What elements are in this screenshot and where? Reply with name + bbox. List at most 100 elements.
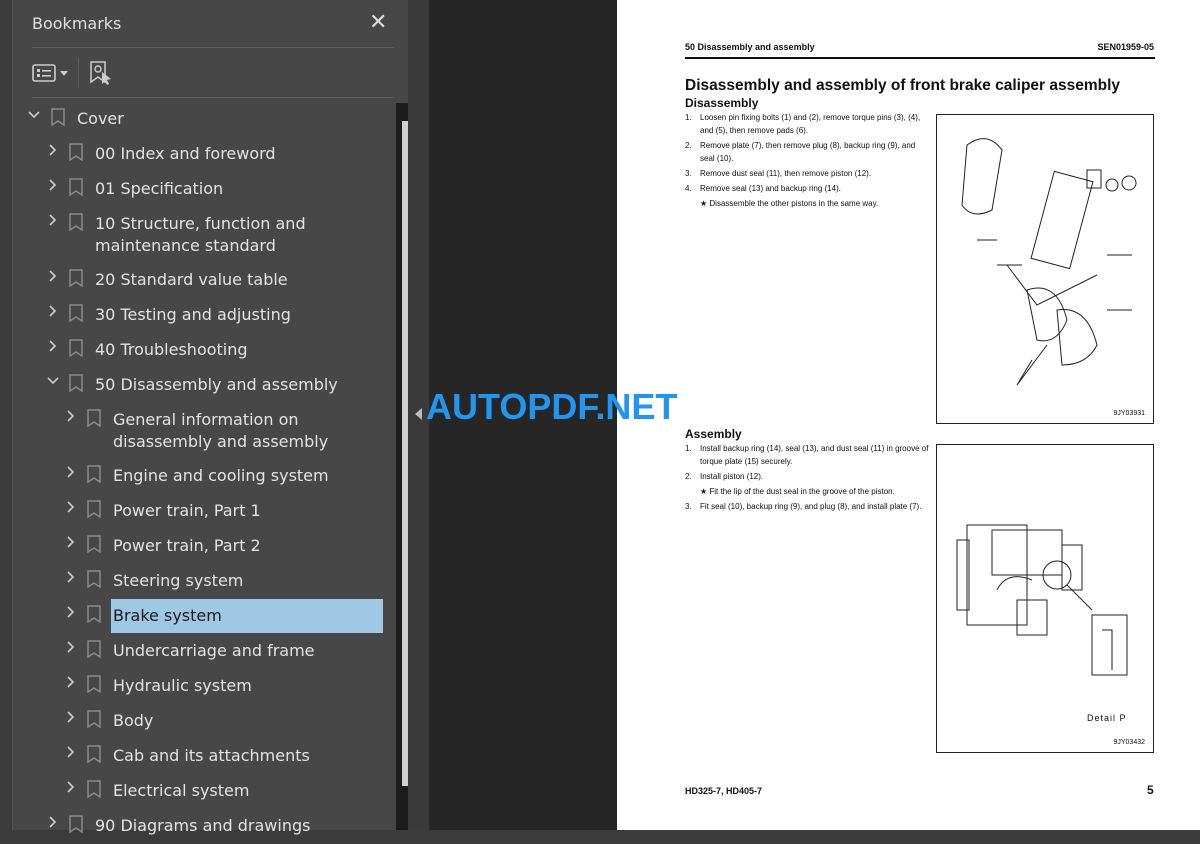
bookmark-item[interactable]: 90 Diagrams and drawings [13, 809, 385, 844]
chevron-right-icon[interactable] [46, 269, 60, 283]
bookmark-item[interactable]: General information on disassembly and a… [13, 403, 385, 459]
list-options-icon [32, 64, 56, 82]
bookmark-icon [69, 374, 83, 392]
bookmark-item[interactable]: Cab and its attachments [13, 739, 385, 774]
find-current-bookmark-icon[interactable] [89, 60, 113, 86]
step-text: Remove plate (7), then remove plug (8), … [700, 141, 916, 163]
bookmark-label: Engine and cooling system [113, 466, 329, 485]
step-item: 3. Fit seal (10), backup ring (9), and pl… [685, 500, 930, 513]
step-text: Install backup ring (14), seal (13), and… [700, 444, 929, 466]
note: ★ Disassemble the other pistons in the s… [700, 199, 879, 208]
bookmark-item[interactable]: Engine and cooling system [13, 459, 385, 494]
bookmark-label: 40 Troubleshooting [95, 340, 248, 359]
chevron-right-icon[interactable] [64, 675, 78, 689]
bookmark-item[interactable]: Cover [13, 102, 385, 137]
bookmark-item[interactable]: 40 Troubleshooting [13, 333, 385, 368]
step-text: Remove dust seal (11), then remove pisto… [700, 169, 872, 178]
chevron-down-icon[interactable] [27, 108, 41, 122]
bookmark-label: Cab and its attachments [113, 746, 310, 765]
bookmark-icon [69, 269, 83, 287]
step-number: 3. [685, 502, 692, 511]
bookmark-label: General information on disassembly and a… [113, 410, 329, 451]
chevron-right-icon[interactable] [46, 213, 60, 227]
bookmark-item[interactable]: Body [13, 704, 385, 739]
bookmark-label: Cover [77, 109, 124, 128]
bookmarks-panel: Bookmarks ✕ Cover 00 Index and foreword 01… [12, 0, 414, 835]
bookmark-icon [87, 710, 101, 728]
chevron-right-icon[interactable] [46, 143, 60, 157]
bookmark-label: Power train, Part 1 [113, 501, 261, 520]
divider [32, 97, 394, 98]
toolbar-separator [78, 58, 79, 88]
chevron-right-icon[interactable] [46, 178, 60, 192]
bookmark-icon [87, 500, 101, 518]
page-title: Disassembly and assembly of front brake … [685, 77, 1121, 94]
options-menu-button[interactable] [32, 64, 68, 82]
bookmark-item[interactable]: 20 Standard value table [13, 263, 385, 298]
bookmark-label: Undercarriage and frame [113, 641, 315, 660]
figure-code: 9JY03931 [1113, 410, 1145, 417]
bookmarks-toolbar [32, 56, 113, 90]
figure-code: 9JY03432 [1113, 739, 1145, 746]
page-number: 5 [1147, 783, 1154, 797]
bookmark-item[interactable]: Power train, Part 1 [13, 494, 385, 529]
bookmark-item[interactable]: Electrical system [13, 774, 385, 809]
bookmark-icon [69, 815, 83, 833]
chevron-right-icon[interactable] [64, 535, 78, 549]
note: ★ Fit the lip of the dust seal in the gr… [700, 487, 895, 496]
divider [32, 47, 394, 48]
bookmark-label: 10 Structure, function and maintenance s… [95, 214, 306, 255]
bookmark-label: 30 Testing and adjusting [95, 305, 291, 324]
chevron-right-icon[interactable] [64, 710, 78, 724]
bookmark-icon [87, 640, 101, 658]
chevron-right-icon[interactable] [64, 605, 78, 619]
bookmark-item[interactable]: 50 Disassembly and assembly [13, 368, 385, 403]
bookmark-icon [87, 465, 101, 483]
disassembly-steps: 1. Loosen pin fixing bolts (1) and (2), r… [685, 111, 930, 212]
bookmark-icon [69, 143, 83, 161]
chevron-right-icon[interactable] [64, 500, 78, 514]
bookmark-label: Steering system [113, 571, 244, 590]
bookmark-item[interactable]: Undercarriage and frame [13, 634, 385, 669]
step-number: 1. [685, 444, 692, 453]
header-rule [685, 57, 1155, 59]
collapse-panel-icon[interactable] [415, 408, 422, 420]
chevron-right-icon[interactable] [46, 815, 60, 829]
bookmark-label: 01 Specification [95, 179, 224, 198]
watermark: AUTOPDF.NET [426, 386, 678, 427]
chevron-right-icon[interactable] [64, 640, 78, 654]
chevron-down-icon[interactable] [46, 374, 60, 388]
chevron-right-icon[interactable] [64, 465, 78, 479]
bookmark-item[interactable]: 01 Specification [13, 172, 385, 207]
step-item: 3. Remove dust seal (11), then remove pis… [685, 167, 930, 180]
bookmark-item[interactable]: 30 Testing and adjusting [13, 298, 385, 333]
chevron-right-icon[interactable] [64, 780, 78, 794]
step-number: 3. [685, 169, 692, 178]
step-number: 2. [685, 141, 692, 150]
bookmark-item[interactable]: Power train, Part 2 [13, 529, 385, 564]
bookmark-item[interactable]: Hydraulic system [13, 669, 385, 704]
bookmark-icon [69, 213, 83, 231]
step-item: 2. Remove plate (7), then remove plug (8)… [685, 139, 930, 165]
bookmark-label: 50 Disassembly and assembly [95, 375, 338, 394]
chevron-right-icon[interactable] [46, 304, 60, 318]
bookmark-label: Electrical system [113, 781, 250, 800]
step-text: Install piston (12). [700, 472, 764, 481]
chevron-right-icon[interactable] [64, 570, 78, 584]
bookmark-item[interactable]: 00 Index and foreword [13, 137, 385, 172]
bookmark-label: 00 Index and foreword [95, 144, 276, 163]
bookmark-icon [87, 535, 101, 553]
close-icon[interactable]: ✕ [369, 10, 387, 35]
bookmark-item[interactable]: 10 Structure, function and maintenance s… [13, 207, 385, 263]
bookmark-label: Power train, Part 2 [113, 536, 261, 555]
header-doc-code: SEN01959-05 [1097, 42, 1154, 52]
chevron-right-icon[interactable] [64, 409, 78, 423]
chevron-right-icon[interactable] [46, 339, 60, 353]
caliper-section-drawing [956, 524, 1128, 676]
step-number: 2. [685, 472, 692, 481]
bookmark-item[interactable]: Steering system [13, 564, 385, 599]
bookmark-item[interactable]: Brake system [13, 599, 385, 634]
step-item: 1. Loosen pin fixing bolts (1) and (2), r… [685, 111, 930, 137]
chevron-right-icon[interactable] [64, 745, 78, 759]
step-item: 4. Remove seal (13) and backup ring (14). [685, 182, 930, 195]
